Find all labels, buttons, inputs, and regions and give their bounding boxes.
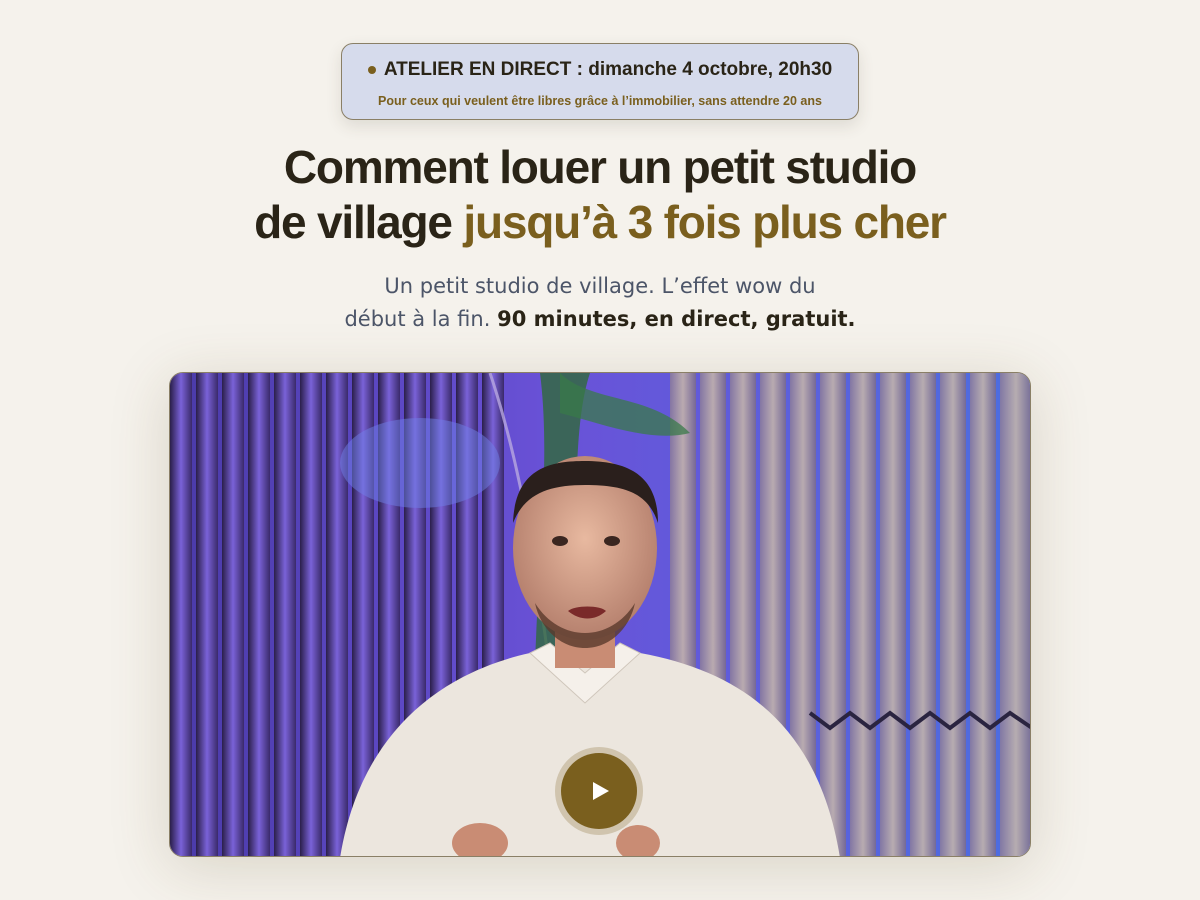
badge-subtitle: Pour ceux qui veulent être libres grâce …: [378, 94, 822, 108]
badge-title: ATELIER EN DIRECT : dimanche 4 octobre, …: [383, 59, 833, 80]
live-dot-icon: [367, 66, 376, 74]
headline-line1: Comment louer un petit studio: [283, 141, 917, 193]
play-icon: [592, 782, 609, 800]
page-title: Comment louer un petit studio de village…: [100, 140, 1100, 250]
subheadline-part2: début à la fin.: [344, 307, 491, 331]
subheadline-bold: 90 minutes, en direct, gratuit.: [497, 307, 856, 331]
headline-accent: jusqu’à 3 fois plus cher: [463, 196, 947, 248]
subheadline: Un petit studio de village. L’effet wow …: [200, 270, 1000, 336]
live-event-badge: ATELIER EN DIRECT : dimanche 4 octobre, …: [341, 43, 859, 120]
play-button[interactable]: [561, 753, 637, 829]
headline-line2-start: de village: [254, 196, 453, 248]
subheadline-part1: Un petit studio de village. L’effet wow …: [384, 274, 816, 298]
